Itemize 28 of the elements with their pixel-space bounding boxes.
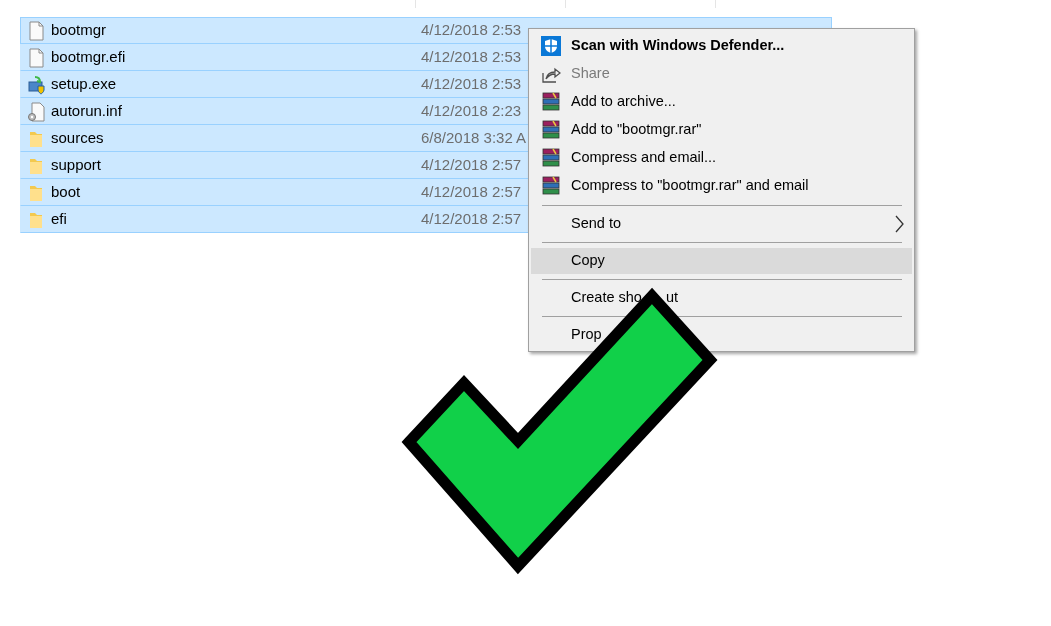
- file-name: sources: [51, 128, 105, 149]
- modified-date: 4/12/2018 2:57: [421, 182, 522, 203]
- menu-item[interactable]: Prop: [531, 322, 912, 348]
- file-name: boot: [51, 182, 82, 203]
- file-name: setup.exe: [51, 74, 118, 95]
- file-name: bootmgr: [51, 20, 108, 41]
- modified-date: 6/8/2018 3:32 A: [421, 128, 527, 149]
- menu-item[interactable]: Copy: [531, 248, 912, 274]
- file-name: support: [51, 155, 103, 176]
- modified-date: 4/12/2018 2:53: [421, 47, 522, 68]
- file-name: bootmgr.efi: [51, 47, 127, 68]
- settings-file-icon: [27, 101, 45, 122]
- books-icon: [541, 148, 561, 168]
- chevron-icon: [894, 215, 904, 233]
- file-icon: [27, 20, 45, 41]
- file-name: efi: [51, 209, 68, 230]
- books-icon: [541, 92, 561, 112]
- modified-date: 4/12/2018 2:53: [421, 74, 522, 95]
- books-icon: [541, 176, 561, 196]
- file-icon: [27, 47, 45, 68]
- modified-date: 4/12/2018 2:57: [421, 209, 522, 230]
- installer-icon: [27, 74, 45, 95]
- file-name: autorun.inf: [51, 101, 123, 122]
- modified-date: 4/12/2018 2:53: [421, 20, 522, 41]
- books-icon: [541, 120, 561, 140]
- modified-date: 4/12/2018 2:57: [421, 155, 522, 176]
- modified-date: 4/12/2018 2:23: [421, 101, 522, 122]
- shield-icon: [541, 36, 561, 56]
